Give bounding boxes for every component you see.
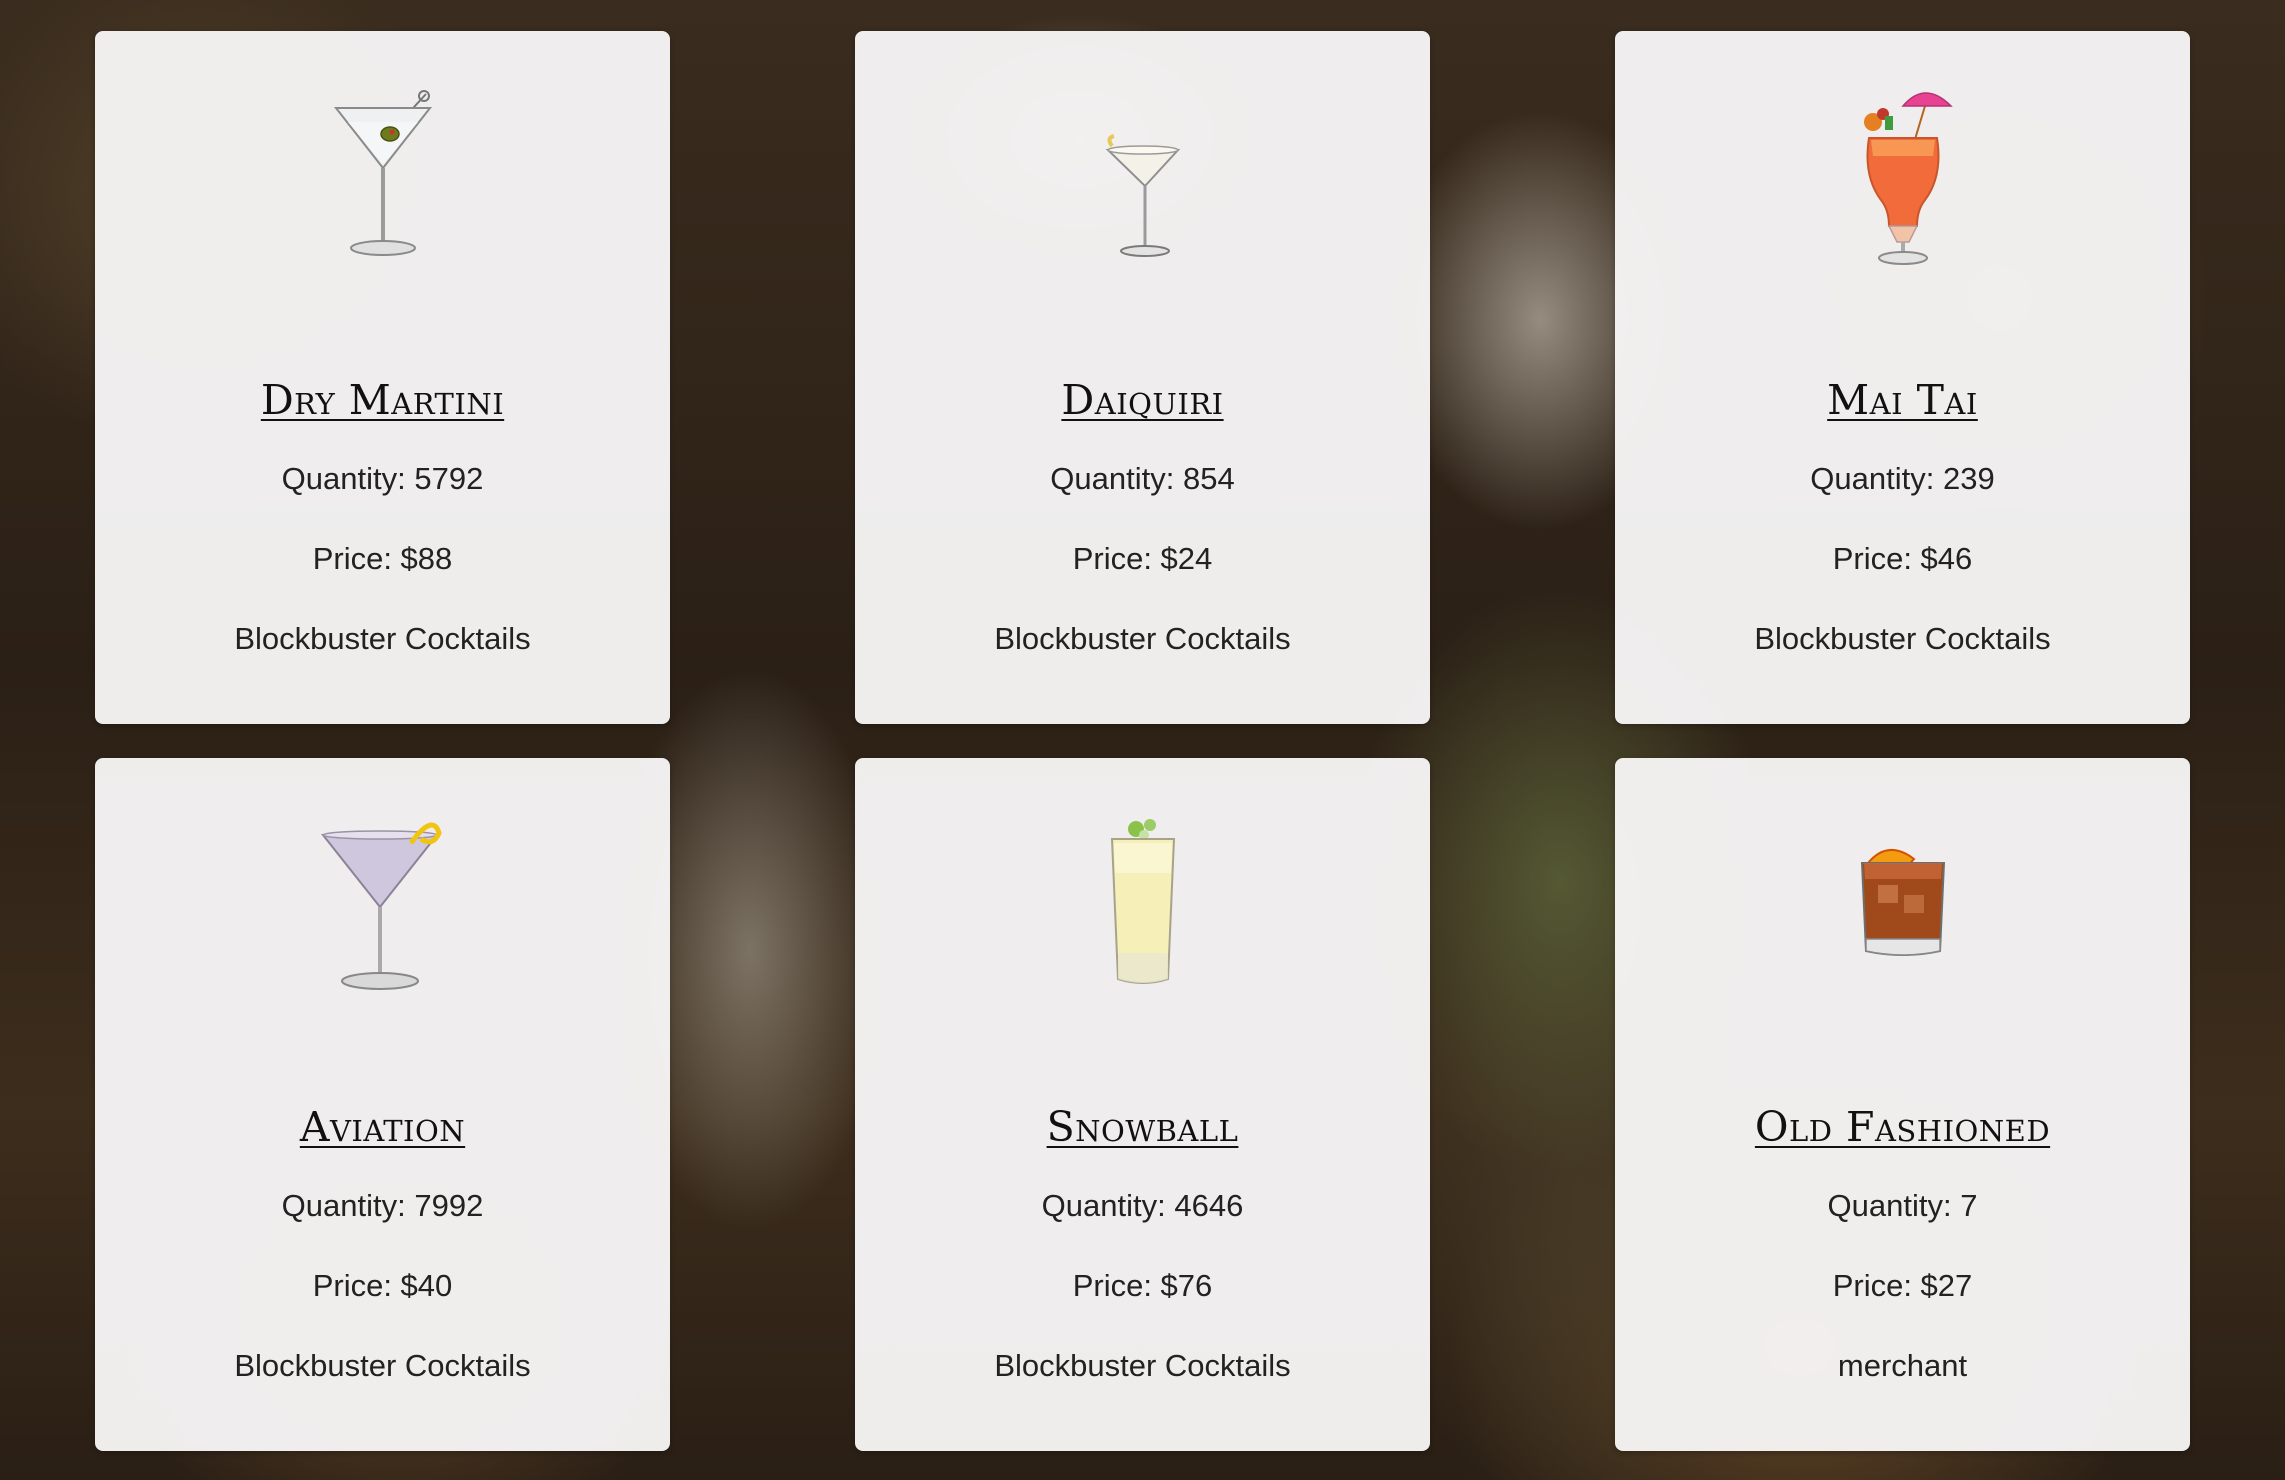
cocktail-seller: Blockbuster Cocktails <box>234 621 531 656</box>
cocktail-name[interactable]: Aviation <box>95 1103 670 1151</box>
cocktail-quantity: Quantity: 239 <box>1810 461 1995 496</box>
cocktail-card-daiquiri[interactable]: Daiquiri Quantity: 854 Price: $24 Blockb… <box>855 31 1430 724</box>
rocks-glass-orange-icon <box>1615 808 2190 998</box>
cocktail-quantity: Quantity: 7 <box>1827 1188 1978 1223</box>
cocktail-name[interactable]: Old Fashioned <box>1615 1103 2190 1151</box>
cocktail-seller: Blockbuster Cocktails <box>994 621 1291 656</box>
martini-glass-lemon-twist-icon <box>95 808 670 998</box>
cocktail-name[interactable]: Snowball <box>855 1103 1430 1151</box>
martini-glass-olive-icon <box>95 81 670 271</box>
cocktail-price: Price: $27 <box>1832 1268 1973 1303</box>
cocktail-price: Price: $24 <box>1072 541 1213 576</box>
cocktail-price: Price: $40 <box>312 1268 453 1303</box>
cocktail-card-old-fashioned[interactable]: Old Fashioned Quantity: 7 Price: $27 mer… <box>1615 758 2190 1451</box>
cocktail-price: Price: $46 <box>1832 541 1973 576</box>
cocktail-quantity: Quantity: 5792 <box>281 461 484 496</box>
cocktail-card-mai-tai[interactable]: Mai Tai Quantity: 239 Price: $46 Blockbu… <box>1615 31 2190 724</box>
cocktail-seller: merchant <box>1837 1348 1968 1383</box>
cocktail-seller: Blockbuster Cocktails <box>234 1348 531 1383</box>
cocktail-name[interactable]: Dry Martini <box>95 376 670 424</box>
cocktail-seller: Blockbuster Cocktails <box>994 1348 1291 1383</box>
hurricane-glass-umbrella-icon <box>1615 81 2190 271</box>
cocktail-price: Price: $76 <box>1072 1268 1213 1303</box>
cocktail-card-snowball[interactable]: Snowball Quantity: 4646 Price: $76 Block… <box>855 758 1430 1451</box>
cocktail-price: Price: $88 <box>312 541 453 576</box>
daiquiri-glass-icon <box>855 81 1430 271</box>
cocktail-card-aviation[interactable]: Aviation Quantity: 7992 Price: $40 Block… <box>95 758 670 1451</box>
highball-glass-lime-icon <box>855 808 1430 998</box>
cocktail-name[interactable]: Mai Tai <box>1615 376 2190 424</box>
cocktail-card-dry-martini[interactable]: Dry Martini Quantity: 5792 Price: $88 Bl… <box>95 31 670 724</box>
cocktail-quantity: Quantity: 854 <box>1050 461 1235 496</box>
cocktail-quantity: Quantity: 4646 <box>1041 1188 1244 1223</box>
cocktail-seller: Blockbuster Cocktails <box>1754 621 2051 656</box>
cocktail-quantity: Quantity: 7992 <box>281 1188 484 1223</box>
cocktail-name[interactable]: Daiquiri <box>855 376 1430 424</box>
